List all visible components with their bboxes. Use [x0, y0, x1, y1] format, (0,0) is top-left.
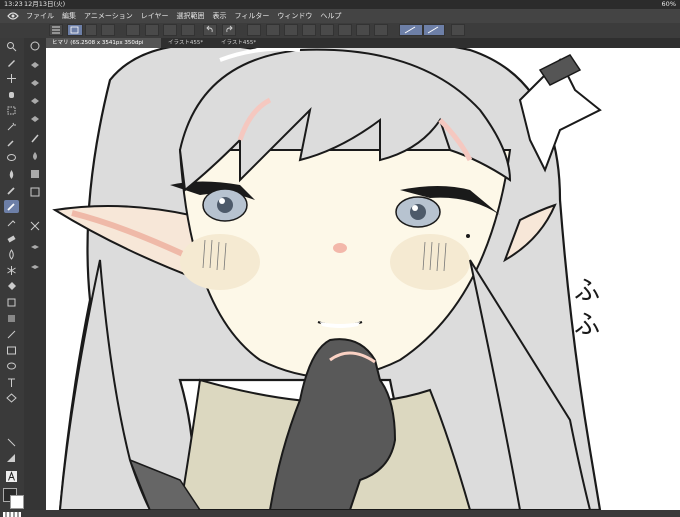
selection-icon[interactable] — [4, 104, 19, 117]
paper-layer-icon[interactable] — [29, 168, 41, 180]
crop-icon[interactable] — [374, 24, 388, 36]
tab-illust-455-a[interactable]: イラスト455* — [162, 38, 214, 48]
pencil-icon[interactable] — [4, 184, 19, 197]
ios-status-bar: 13:23 12月13日(火) 60% — [0, 0, 680, 9]
document-tabs: ヒマリ (6S.2508 x 3541px 350dpi 17.87%) イラス… — [46, 38, 680, 56]
menu-help[interactable]: ヘルプ — [320, 9, 341, 23]
layer-new-icon[interactable] — [29, 76, 41, 88]
layer-icon[interactable] — [29, 58, 41, 70]
menu-selection[interactable]: 選択範囲 — [177, 9, 205, 23]
menu-bar: ファイル 編集 アニメーション レイヤー 選択範囲 表示 フィルター ウィンドウ… — [0, 9, 680, 24]
tab-illust-455-b[interactable]: イラスト455* — [215, 38, 275, 48]
text-icon[interactable] — [4, 376, 19, 389]
ruler-icon[interactable] — [4, 328, 19, 341]
move-icon[interactable] — [4, 72, 19, 85]
menu-edit[interactable]: 編集 — [62, 9, 76, 23]
droplet-icon[interactable] — [4, 168, 19, 181]
status-date: 12月13日(火) — [24, 0, 66, 8]
menu-window[interactable]: ウィンドウ — [277, 9, 312, 23]
layer-stack-2-icon[interactable] — [29, 260, 41, 272]
zoom-icon[interactable] — [4, 40, 19, 53]
auto-select-icon[interactable] — [4, 120, 19, 133]
layer-stack-icon[interactable] — [29, 242, 41, 254]
save-small-icon[interactable] — [29, 186, 41, 198]
frame-icon[interactable] — [4, 344, 19, 357]
menu-filter[interactable]: フィルター — [235, 9, 270, 23]
vector-layer-icon[interactable] — [29, 94, 41, 106]
decoration-icon[interactable] — [4, 264, 19, 277]
transparent-color-swatch[interactable] — [3, 512, 21, 517]
camera-icon[interactable] — [101, 24, 115, 36]
special-ruler-snap-icon[interactable] — [423, 24, 445, 36]
layer-move-icon[interactable] — [4, 392, 19, 405]
brush-tool-icon[interactable] — [4, 200, 19, 213]
eyedropper-icon[interactable] — [4, 136, 19, 149]
correction-icon[interactable] — [4, 452, 19, 465]
clear-outside-icon[interactable] — [266, 24, 280, 36]
drawing-canvas[interactable]: ふ ふ — [46, 48, 680, 510]
ruler-snap-icon[interactable] — [399, 24, 423, 36]
lasso-icon[interactable] — [4, 152, 19, 165]
folder-open-icon[interactable] — [145, 24, 159, 36]
command-bar — [0, 23, 680, 39]
folder-new-icon[interactable] — [126, 24, 140, 36]
speech-balloon-icon[interactable] — [4, 360, 19, 373]
status-battery: 60% — [661, 0, 676, 8]
tab-himari[interactable]: ヒマリ (6S.2508 x 3541px 350dpi 17.87%) — [46, 38, 161, 56]
clip-studio-logo-icon[interactable] — [6, 11, 20, 21]
save-icon[interactable] — [163, 24, 177, 36]
clear-icon[interactable] — [247, 24, 261, 36]
menu-animation[interactable]: アニメーション — [84, 9, 133, 23]
pen-tool-icon[interactable] — [4, 56, 19, 69]
hand-icon[interactable] — [4, 88, 19, 101]
sub-tool-palette — [24, 38, 47, 510]
gradient-icon[interactable] — [4, 312, 19, 325]
export-icon[interactable] — [181, 24, 195, 36]
menu-file[interactable]: ファイル — [26, 9, 54, 23]
fill-icon[interactable] — [284, 24, 298, 36]
text-tool-a-icon[interactable] — [4, 470, 19, 483]
pen-icon[interactable] — [29, 132, 41, 144]
tool-palette — [0, 38, 25, 517]
eraser-icon[interactable] — [4, 232, 19, 245]
undo-icon[interactable] — [203, 24, 217, 36]
select-all-icon[interactable] — [338, 24, 352, 36]
airbrush-icon[interactable] — [4, 216, 19, 229]
invert-selection-icon[interactable] — [356, 24, 370, 36]
menu-view[interactable]: 表示 — [213, 9, 227, 23]
hamburger-menu-button[interactable] — [49, 24, 63, 36]
redo-icon[interactable] — [222, 24, 236, 36]
sub-color-swatch[interactable] — [10, 495, 24, 509]
transform-icon[interactable] — [302, 24, 316, 36]
figure-icon[interactable] — [4, 296, 19, 309]
folder-layer-icon[interactable] — [29, 112, 41, 124]
clear-layer-icon[interactable] — [29, 220, 41, 232]
menu-layer[interactable]: レイヤー — [141, 9, 169, 23]
circle-icon[interactable] — [29, 40, 41, 52]
droplet-small-icon[interactable] — [29, 150, 41, 162]
status-time: 13:23 — [4, 0, 23, 8]
new-canvas-button[interactable] — [67, 24, 83, 36]
snap-toggle-button[interactable] — [85, 24, 97, 36]
device-settings-icon[interactable] — [451, 24, 465, 36]
deselect-icon[interactable] — [320, 24, 334, 36]
blend-icon[interactable] — [4, 248, 19, 261]
fill-bucket-icon[interactable] — [4, 280, 19, 293]
operation-icon[interactable] — [4, 436, 19, 449]
onomatopoeia-text-1: ふ — [574, 276, 601, 306]
onomatopoeia-text-2: ふ — [574, 310, 601, 340]
